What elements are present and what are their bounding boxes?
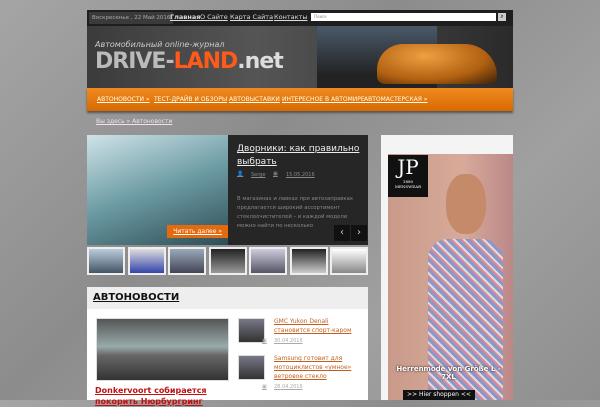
ad-brand-sub: 1880 MENSWEAR xyxy=(394,179,422,189)
slide-title[interactable]: Дворники: как правильно выбрать xyxy=(237,143,362,169)
slide-thumbnail[interactable] xyxy=(249,247,287,275)
top-link-home[interactable]: Главная xyxy=(170,13,200,21)
logo-part: LAND xyxy=(173,49,239,74)
news-date: 30.04.2016 xyxy=(274,338,303,344)
nav-workshop[interactable]: АВТОМАСТЕРСКАЯ » xyxy=(364,96,427,103)
chevron-right-icon: › xyxy=(357,227,361,238)
search-input[interactable]: Поиск xyxy=(311,13,496,21)
logo-part: .net xyxy=(237,49,283,74)
ad-brand-logo: JP 1880 MENSWEAR xyxy=(388,155,428,197)
site-tagline: Автомобильный online-журнал xyxy=(95,40,225,49)
nav-test-drive[interactable]: ТЕСТ-ДРАЙВ И ОБЗОРЫ xyxy=(154,96,227,103)
news-thumbnail[interactable] xyxy=(238,318,265,343)
calendar-icon: ▣ xyxy=(273,171,278,177)
autonews-section: АВТОНОВОСТИ Donkervoort собирается покор… xyxy=(87,287,368,406)
site-logo[interactable]: DRIVE-LAND.net xyxy=(95,49,284,74)
slide-author[interactable]: Serge xyxy=(251,172,265,178)
chevron-left-icon: ‹ xyxy=(340,227,344,238)
site-header: Автомобильный online-журнал DRIVE-LAND.n… xyxy=(87,26,513,88)
slide-thumbnail[interactable] xyxy=(209,247,247,275)
calendar-icon: ▣ xyxy=(262,384,267,390)
prev-slide-button[interactable]: ‹ xyxy=(334,225,350,241)
slide-date: 15.05.2016 xyxy=(286,172,315,178)
news-title[interactable]: Samsung готовит для мотоциклистов «умное… xyxy=(274,354,364,381)
top-link-about[interactable]: О Сайте xyxy=(200,13,228,21)
main-nav: АВТОНОВОСТИ » ТЕСТ-ДРАЙВ И ОБЗОРЫ АВТОВЫ… xyxy=(87,88,513,111)
slide-thumbnail[interactable] xyxy=(87,247,125,275)
slide-thumbnail[interactable] xyxy=(290,247,328,275)
main-news-image[interactable] xyxy=(96,318,229,381)
nav-autonews[interactable]: АВТОНОВОСТИ » xyxy=(97,96,150,103)
ad-brand: JP xyxy=(397,155,419,179)
search-button[interactable]: ⌕ xyxy=(498,13,506,21)
next-slide-button[interactable]: › xyxy=(351,225,367,241)
slide-thumbnail[interactable] xyxy=(128,247,166,275)
logo-part: DRIVE- xyxy=(95,49,175,74)
main-news-title[interactable]: Donkervoort собирается покорить Нюрбургр… xyxy=(95,385,235,407)
slide-thumbnail[interactable] xyxy=(168,247,206,275)
news-title[interactable]: GMC Yukon Denali становится спорт-каром xyxy=(274,317,364,335)
nav-interesting[interactable]: ИНТЕРЕСНОЕ В АВТОМИРЕ xyxy=(282,96,365,103)
ad-model-face xyxy=(446,174,486,234)
advertisement[interactable]: JP 1880 MENSWEAR Herrenmode von Größe L … xyxy=(381,135,513,400)
ad-shop-button[interactable]: >> Hier shoppen << xyxy=(403,390,475,400)
top-link-contacts[interactable]: Контакты xyxy=(274,13,307,21)
nav-exhibitions[interactable]: АВТОВЫСТАВКИ xyxy=(229,96,280,103)
read-more-button[interactable]: Читать далее » xyxy=(167,225,228,238)
breadcrumb[interactable]: Вы здесь » Автоновости xyxy=(96,118,172,125)
current-date: Воскресенье , 22 Май 2016 xyxy=(89,12,174,24)
news-thumbnail[interactable] xyxy=(238,355,265,380)
top-bar: Воскресенье , 22 Май 2016 Главная О Сайт… xyxy=(87,10,513,26)
read-more: Читать далее » xyxy=(87,225,228,239)
section-heading[interactable]: АВТОНОВОСТИ xyxy=(87,287,368,309)
ad-text: Herrenmode von Größe L - 7XL xyxy=(396,365,501,381)
top-link-sitemap[interactable]: Карта Сайта xyxy=(230,13,273,21)
search-icon: ⌕ xyxy=(500,13,504,20)
calendar-icon: ▣ xyxy=(262,338,267,344)
car-image xyxy=(377,44,497,84)
news-date: 28.04.2016 xyxy=(274,384,303,390)
user-icon: 👤 xyxy=(237,171,244,177)
slide-thumbnail[interactable] xyxy=(330,247,368,275)
